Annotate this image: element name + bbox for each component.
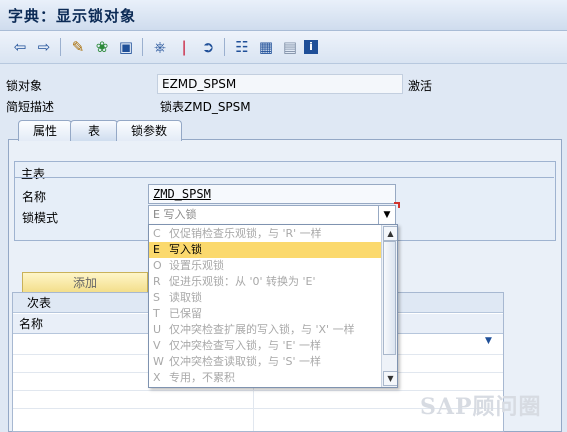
scroll-thumb[interactable] bbox=[383, 241, 396, 355]
dropdown-option[interactable]: R 促进乐观锁：从 '0' 转换为 'E' bbox=[149, 274, 381, 290]
lock-mode-select[interactable]: E 写入锁 bbox=[148, 205, 386, 225]
info-icon[interactable]: ❘ bbox=[174, 37, 194, 57]
dropdown-scrollbar[interactable]: ▲ ▼ bbox=[381, 225, 397, 387]
group-divider bbox=[14, 177, 554, 178]
dropdown-option-selected[interactable]: E 写入锁 bbox=[149, 242, 381, 258]
lock-object-label: 锁对象 bbox=[6, 79, 43, 93]
back-icon[interactable]: ⇦ bbox=[10, 37, 30, 57]
tab-attributes[interactable]: 属性 bbox=[18, 120, 72, 141]
lock-mode-dropdown-list[interactable]: C 仅促销检查乐观锁，与 'R' 一样 E 写入锁 O 设置乐观锁 R 促进乐观锁：从 … bbox=[148, 224, 398, 388]
focus-marker bbox=[394, 202, 400, 208]
short-desc-label: 简短描述 bbox=[6, 100, 55, 114]
dropdown-option[interactable]: V 仅冲突检查写入锁，与 'E' 一样 bbox=[149, 338, 381, 354]
short-desc-value: 锁表ZMD_SPSM bbox=[160, 100, 251, 114]
tab-tables[interactable]: 表 bbox=[70, 120, 118, 141]
title-bar: 字典：显示锁对象 bbox=[0, 0, 567, 31]
lock-object-field[interactable]: EZMD_SPSM bbox=[157, 74, 403, 94]
other-object-icon[interactable]: ❀ bbox=[92, 37, 112, 57]
status-text: 激活 bbox=[408, 79, 433, 93]
dropdown-option[interactable]: X 专用，不累积 bbox=[149, 370, 381, 386]
column-menu-icon[interactable]: ▼ bbox=[485, 336, 492, 346]
layout-icon[interactable]: ▤ bbox=[280, 37, 300, 57]
scroll-up-icon[interactable]: ▲ bbox=[383, 226, 397, 241]
group-title: 主表 bbox=[21, 167, 46, 181]
toolbar-separator bbox=[60, 38, 61, 56]
dropdown-option[interactable]: W 仅冲突检查读取锁，与 'S' 一样 bbox=[149, 354, 381, 370]
display-change-icon[interactable]: ✎ bbox=[68, 37, 88, 57]
dropdown-option[interactable]: O 设置乐观锁 bbox=[149, 258, 381, 274]
help-info-icon[interactable]: i bbox=[304, 40, 318, 54]
toolbar-separator bbox=[224, 38, 225, 56]
where-used-icon[interactable]: ⎈ bbox=[150, 37, 170, 57]
forward-icon[interactable]: ⇨ bbox=[34, 37, 54, 57]
window-title: 字典：显示锁对象 bbox=[8, 7, 137, 25]
navigate-icon[interactable]: ➲ bbox=[198, 37, 218, 57]
dropdown-option[interactable]: U 仅冲突检查扩展的写入锁，与 'X' 一样 bbox=[149, 322, 381, 338]
print-icon[interactable]: ▦ bbox=[256, 37, 276, 57]
add-button[interactable]: 添加 bbox=[22, 272, 148, 294]
primary-name-field[interactable]: ZMD_SPSM bbox=[148, 184, 396, 204]
dropdown-arrow-icon[interactable]: ▼ bbox=[378, 205, 396, 225]
primary-name-label: 名称 bbox=[22, 190, 47, 204]
activate-icon[interactable]: ▣ bbox=[116, 37, 136, 57]
scroll-down-icon[interactable]: ▼ bbox=[383, 371, 397, 386]
dropdown-option[interactable]: T 已保留 bbox=[149, 306, 381, 322]
lock-mode-label: 锁模式 bbox=[22, 211, 59, 225]
dropdown-option[interactable]: S 读取锁 bbox=[149, 290, 381, 306]
application-toolbar: ⇦ ⇨ ✎ ❀ ▣ ⎈ ❘ ➲ ☷ ▦ ▤ i bbox=[0, 31, 567, 64]
tab-lock-parameters[interactable]: 锁参数 bbox=[116, 120, 182, 141]
hierarchy-icon[interactable]: ☷ bbox=[232, 37, 252, 57]
dropdown-option[interactable]: C 仅促销检查乐观锁，与 'R' 一样 bbox=[149, 226, 381, 242]
toolbar-separator bbox=[142, 38, 143, 56]
watermark-logo: SAP顾问圈 bbox=[420, 394, 542, 420]
